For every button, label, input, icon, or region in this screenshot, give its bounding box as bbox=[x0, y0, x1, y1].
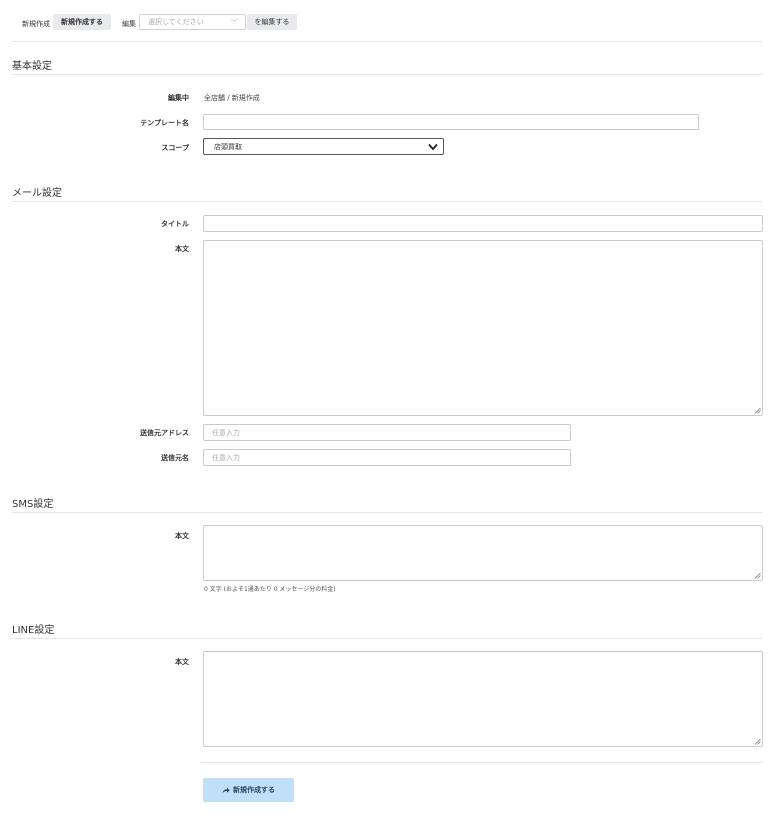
line-body-label: 本文 bbox=[175, 658, 189, 666]
from-address-placeholder: 任意入力 bbox=[212, 428, 240, 437]
sms-body-textarea[interactable] bbox=[203, 525, 763, 581]
from-address-input[interactable]: 任意入力 bbox=[203, 424, 571, 441]
scope-selected-value: 店頭買取 bbox=[214, 142, 242, 151]
mail-body-label: 本文 bbox=[175, 245, 189, 253]
resize-handle-icon[interactable] bbox=[754, 738, 761, 745]
from-name-input[interactable]: 任意入力 bbox=[203, 449, 571, 466]
section-title-basic: 基本設定 bbox=[12, 61, 52, 72]
resize-handle-icon[interactable] bbox=[754, 572, 761, 579]
edit-label: 編集 bbox=[122, 20, 136, 28]
toolbar-divider bbox=[12, 41, 763, 42]
sms-character-counter: 0 文字 (およそ1通あたり 0 メッセージ分の料金) bbox=[204, 586, 336, 593]
line-body-textarea[interactable] bbox=[203, 651, 763, 747]
scope-select[interactable]: 店頭買取 bbox=[203, 138, 444, 155]
template-name-label: テンプレート名 bbox=[140, 119, 189, 127]
scope-label: スコープ bbox=[161, 144, 189, 152]
section-title-mail: メール設定 bbox=[12, 188, 62, 199]
from-name-label: 送信元名 bbox=[161, 454, 189, 462]
mail-subject-label: タイトル bbox=[161, 220, 189, 228]
share-icon bbox=[222, 787, 230, 793]
edit-select-placeholder: 選択してください bbox=[148, 18, 204, 26]
mail-body-textarea[interactable] bbox=[203, 240, 763, 416]
submit-label: 新規作成する bbox=[233, 786, 275, 794]
resize-handle-icon[interactable] bbox=[754, 407, 761, 414]
edit-template-select[interactable]: 選択してください ﹀ bbox=[139, 14, 246, 30]
section-divider-sms bbox=[12, 512, 763, 513]
section-divider-mail bbox=[12, 201, 763, 202]
form-footer-divider bbox=[201, 762, 763, 763]
new-button[interactable]: 新規作成する bbox=[53, 14, 111, 30]
chevron-down-icon: ﹀ bbox=[231, 19, 238, 27]
submit-create-button[interactable]: 新規作成する bbox=[203, 778, 294, 802]
section-title-line: LINE設定 bbox=[12, 625, 55, 636]
from-address-label: 送信元アドレス bbox=[140, 429, 189, 437]
chevron-down-icon bbox=[428, 143, 438, 151]
editing-label: 編集中 bbox=[168, 94, 189, 102]
editing-value: 全店舗 / 新規作成 bbox=[204, 94, 260, 102]
section-divider-basic bbox=[12, 74, 763, 75]
section-divider-line bbox=[12, 638, 763, 639]
from-name-placeholder: 任意入力 bbox=[212, 453, 240, 462]
new-label: 新規作成 bbox=[22, 20, 50, 28]
sms-body-label: 本文 bbox=[175, 532, 189, 540]
mail-subject-input[interactable] bbox=[203, 215, 763, 232]
template-name-input[interactable] bbox=[203, 114, 699, 130]
edit-button[interactable]: を編集する bbox=[247, 14, 297, 30]
section-title-sms: SMS設定 bbox=[12, 499, 54, 510]
